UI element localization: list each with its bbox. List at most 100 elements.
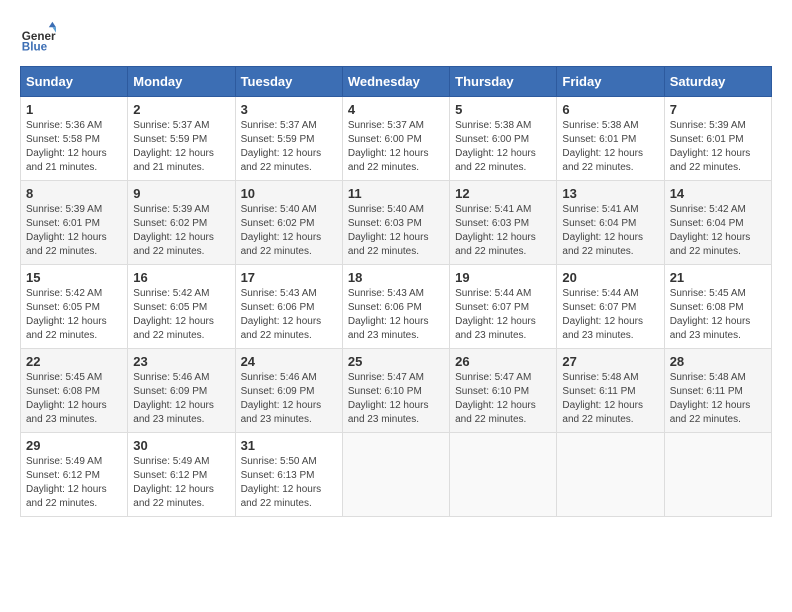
day-number: 6 bbox=[562, 102, 658, 117]
calendar-week-row: 8 Sunrise: 5:39 AMSunset: 6:01 PMDayligh… bbox=[21, 181, 772, 265]
calendar-cell: 26 Sunrise: 5:47 AMSunset: 6:10 PMDaylig… bbox=[450, 349, 557, 433]
calendar-cell: 20 Sunrise: 5:44 AMSunset: 6:07 PMDaylig… bbox=[557, 265, 664, 349]
calendar-week-row: 1 Sunrise: 5:36 AMSunset: 5:58 PMDayligh… bbox=[21, 97, 772, 181]
calendar-cell bbox=[557, 433, 664, 517]
calendar-cell: 17 Sunrise: 5:43 AMSunset: 6:06 PMDaylig… bbox=[235, 265, 342, 349]
calendar-cell bbox=[342, 433, 449, 517]
day-info: Sunrise: 5:41 AMSunset: 6:04 PMDaylight:… bbox=[562, 204, 643, 257]
day-number: 18 bbox=[348, 270, 444, 285]
calendar-cell: 14 Sunrise: 5:42 AMSunset: 6:04 PMDaylig… bbox=[664, 181, 771, 265]
day-number: 28 bbox=[670, 354, 766, 369]
day-info: Sunrise: 5:44 AMSunset: 6:07 PMDaylight:… bbox=[562, 288, 643, 341]
calendar-cell: 13 Sunrise: 5:41 AMSunset: 6:04 PMDaylig… bbox=[557, 181, 664, 265]
day-number: 14 bbox=[670, 186, 766, 201]
day-info: Sunrise: 5:42 AMSunset: 6:05 PMDaylight:… bbox=[26, 288, 107, 341]
day-number: 21 bbox=[670, 270, 766, 285]
day-info: Sunrise: 5:50 AMSunset: 6:13 PMDaylight:… bbox=[241, 456, 322, 509]
logo: General Blue bbox=[20, 20, 56, 56]
day-header-thursday: Thursday bbox=[450, 67, 557, 97]
day-info: Sunrise: 5:43 AMSunset: 6:06 PMDaylight:… bbox=[241, 288, 322, 341]
day-info: Sunrise: 5:39 AMSunset: 6:01 PMDaylight:… bbox=[26, 204, 107, 257]
day-header-friday: Friday bbox=[557, 67, 664, 97]
calendar-cell: 30 Sunrise: 5:49 AMSunset: 6:12 PMDaylig… bbox=[128, 433, 235, 517]
day-info: Sunrise: 5:46 AMSunset: 6:09 PMDaylight:… bbox=[133, 372, 214, 425]
page-header: General Blue bbox=[20, 20, 772, 56]
day-info: Sunrise: 5:40 AMSunset: 6:02 PMDaylight:… bbox=[241, 204, 322, 257]
day-info: Sunrise: 5:39 AMSunset: 6:01 PMDaylight:… bbox=[670, 120, 751, 173]
calendar-cell: 18 Sunrise: 5:43 AMSunset: 6:06 PMDaylig… bbox=[342, 265, 449, 349]
day-info: Sunrise: 5:42 AMSunset: 6:04 PMDaylight:… bbox=[670, 204, 751, 257]
calendar-cell: 12 Sunrise: 5:41 AMSunset: 6:03 PMDaylig… bbox=[450, 181, 557, 265]
day-info: Sunrise: 5:45 AMSunset: 6:08 PMDaylight:… bbox=[670, 288, 751, 341]
day-number: 22 bbox=[26, 354, 122, 369]
day-info: Sunrise: 5:47 AMSunset: 6:10 PMDaylight:… bbox=[455, 372, 536, 425]
day-header-tuesday: Tuesday bbox=[235, 67, 342, 97]
day-info: Sunrise: 5:37 AMSunset: 6:00 PMDaylight:… bbox=[348, 120, 429, 173]
calendar-cell: 9 Sunrise: 5:39 AMSunset: 6:02 PMDayligh… bbox=[128, 181, 235, 265]
day-header-sunday: Sunday bbox=[21, 67, 128, 97]
day-number: 10 bbox=[241, 186, 337, 201]
calendar-cell: 15 Sunrise: 5:42 AMSunset: 6:05 PMDaylig… bbox=[21, 265, 128, 349]
day-number: 4 bbox=[348, 102, 444, 117]
day-header-saturday: Saturday bbox=[664, 67, 771, 97]
day-number: 23 bbox=[133, 354, 229, 369]
calendar-header-row: SundayMondayTuesdayWednesdayThursdayFrid… bbox=[21, 67, 772, 97]
calendar-table: SundayMondayTuesdayWednesdayThursdayFrid… bbox=[20, 66, 772, 517]
calendar-cell bbox=[450, 433, 557, 517]
logo-icon: General Blue bbox=[20, 20, 56, 56]
calendar-cell: 19 Sunrise: 5:44 AMSunset: 6:07 PMDaylig… bbox=[450, 265, 557, 349]
day-number: 11 bbox=[348, 186, 444, 201]
day-info: Sunrise: 5:43 AMSunset: 6:06 PMDaylight:… bbox=[348, 288, 429, 341]
day-number: 7 bbox=[670, 102, 766, 117]
day-number: 30 bbox=[133, 438, 229, 453]
day-number: 15 bbox=[26, 270, 122, 285]
day-number: 9 bbox=[133, 186, 229, 201]
calendar-cell: 11 Sunrise: 5:40 AMSunset: 6:03 PMDaylig… bbox=[342, 181, 449, 265]
day-number: 12 bbox=[455, 186, 551, 201]
calendar-cell: 23 Sunrise: 5:46 AMSunset: 6:09 PMDaylig… bbox=[128, 349, 235, 433]
day-number: 25 bbox=[348, 354, 444, 369]
day-info: Sunrise: 5:41 AMSunset: 6:03 PMDaylight:… bbox=[455, 204, 536, 257]
day-info: Sunrise: 5:38 AMSunset: 6:00 PMDaylight:… bbox=[455, 120, 536, 173]
calendar-cell: 3 Sunrise: 5:37 AMSunset: 5:59 PMDayligh… bbox=[235, 97, 342, 181]
calendar-cell: 21 Sunrise: 5:45 AMSunset: 6:08 PMDaylig… bbox=[664, 265, 771, 349]
calendar-cell: 24 Sunrise: 5:46 AMSunset: 6:09 PMDaylig… bbox=[235, 349, 342, 433]
day-number: 27 bbox=[562, 354, 658, 369]
calendar-cell: 7 Sunrise: 5:39 AMSunset: 6:01 PMDayligh… bbox=[664, 97, 771, 181]
day-number: 31 bbox=[241, 438, 337, 453]
day-number: 29 bbox=[26, 438, 122, 453]
day-number: 2 bbox=[133, 102, 229, 117]
day-number: 5 bbox=[455, 102, 551, 117]
day-info: Sunrise: 5:42 AMSunset: 6:05 PMDaylight:… bbox=[133, 288, 214, 341]
calendar-week-row: 15 Sunrise: 5:42 AMSunset: 6:05 PMDaylig… bbox=[21, 265, 772, 349]
calendar-cell: 4 Sunrise: 5:37 AMSunset: 6:00 PMDayligh… bbox=[342, 97, 449, 181]
day-number: 24 bbox=[241, 354, 337, 369]
day-info: Sunrise: 5:47 AMSunset: 6:10 PMDaylight:… bbox=[348, 372, 429, 425]
day-info: Sunrise: 5:37 AMSunset: 5:59 PMDaylight:… bbox=[133, 120, 214, 173]
day-number: 8 bbox=[26, 186, 122, 201]
day-info: Sunrise: 5:49 AMSunset: 6:12 PMDaylight:… bbox=[26, 456, 107, 509]
day-header-wednesday: Wednesday bbox=[342, 67, 449, 97]
calendar-cell: 16 Sunrise: 5:42 AMSunset: 6:05 PMDaylig… bbox=[128, 265, 235, 349]
day-info: Sunrise: 5:48 AMSunset: 6:11 PMDaylight:… bbox=[670, 372, 751, 425]
calendar-cell: 29 Sunrise: 5:49 AMSunset: 6:12 PMDaylig… bbox=[21, 433, 128, 517]
calendar-cell: 1 Sunrise: 5:36 AMSunset: 5:58 PMDayligh… bbox=[21, 97, 128, 181]
day-number: 17 bbox=[241, 270, 337, 285]
calendar-cell: 5 Sunrise: 5:38 AMSunset: 6:00 PMDayligh… bbox=[450, 97, 557, 181]
calendar-cell: 6 Sunrise: 5:38 AMSunset: 6:01 PMDayligh… bbox=[557, 97, 664, 181]
calendar-week-row: 22 Sunrise: 5:45 AMSunset: 6:08 PMDaylig… bbox=[21, 349, 772, 433]
calendar-cell: 28 Sunrise: 5:48 AMSunset: 6:11 PMDaylig… bbox=[664, 349, 771, 433]
day-number: 1 bbox=[26, 102, 122, 117]
day-number: 19 bbox=[455, 270, 551, 285]
day-info: Sunrise: 5:40 AMSunset: 6:03 PMDaylight:… bbox=[348, 204, 429, 257]
day-number: 13 bbox=[562, 186, 658, 201]
calendar-cell: 25 Sunrise: 5:47 AMSunset: 6:10 PMDaylig… bbox=[342, 349, 449, 433]
calendar-cell: 8 Sunrise: 5:39 AMSunset: 6:01 PMDayligh… bbox=[21, 181, 128, 265]
calendar-cell: 31 Sunrise: 5:50 AMSunset: 6:13 PMDaylig… bbox=[235, 433, 342, 517]
calendar-cell: 22 Sunrise: 5:45 AMSunset: 6:08 PMDaylig… bbox=[21, 349, 128, 433]
svg-text:Blue: Blue bbox=[22, 41, 48, 54]
day-info: Sunrise: 5:37 AMSunset: 5:59 PMDaylight:… bbox=[241, 120, 322, 173]
day-info: Sunrise: 5:36 AMSunset: 5:58 PMDaylight:… bbox=[26, 120, 107, 173]
calendar-cell: 27 Sunrise: 5:48 AMSunset: 6:11 PMDaylig… bbox=[557, 349, 664, 433]
day-info: Sunrise: 5:38 AMSunset: 6:01 PMDaylight:… bbox=[562, 120, 643, 173]
